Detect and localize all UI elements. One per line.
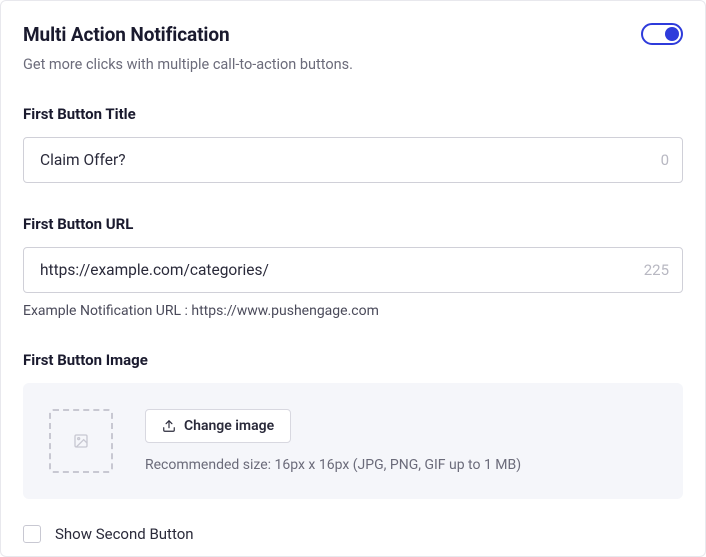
image-upload-box: Change image Recommended size: 16px x 16…: [23, 383, 683, 499]
panel-header: Multi Action Notification Get more click…: [23, 23, 683, 73]
first-button-url-label: First Button URL: [23, 215, 683, 233]
first-button-url-input[interactable]: [23, 247, 683, 293]
first-button-url-helper: Example Notification URL : https://www.p…: [23, 303, 683, 319]
toggle-knob: [665, 27, 679, 41]
upload-right: Change image Recommended size: 16px x 16…: [145, 409, 657, 473]
show-second-button-label: Show Second Button: [55, 525, 194, 543]
show-second-button-row: Show Second Button: [23, 525, 683, 543]
first-button-image-label: First Button Image: [23, 351, 683, 369]
section-subtitle: Get more clicks with multiple call-to-ac…: [23, 56, 353, 73]
change-image-label: Change image: [184, 418, 274, 434]
section-title: Multi Action Notification: [23, 23, 353, 46]
first-button-url-group: First Button URL 225 Example Notificatio…: [23, 215, 683, 319]
change-image-button[interactable]: Change image: [145, 409, 291, 443]
first-button-title-input-wrapper: 0: [23, 137, 683, 183]
recommended-size-text: Recommended size: 16px x 16px (JPG, PNG,…: [145, 457, 657, 473]
first-button-url-counter: 225: [644, 261, 669, 279]
image-icon: [73, 433, 89, 449]
first-button-title-input[interactable]: [23, 137, 683, 183]
upload-icon: [162, 419, 176, 433]
first-button-url-input-wrapper: 225: [23, 247, 683, 293]
show-second-button-checkbox[interactable]: [23, 525, 41, 543]
first-button-title-group: First Button Title 0: [23, 105, 683, 183]
first-button-image-group: First Button Image Change image: [23, 351, 683, 499]
header-text: Multi Action Notification Get more click…: [23, 23, 353, 73]
first-button-title-label: First Button Title: [23, 105, 683, 123]
first-button-title-counter: 0: [661, 151, 669, 169]
image-placeholder[interactable]: [49, 409, 113, 473]
multi-action-notification-panel: Multi Action Notification Get more click…: [0, 0, 706, 557]
enable-toggle[interactable]: [641, 23, 683, 45]
